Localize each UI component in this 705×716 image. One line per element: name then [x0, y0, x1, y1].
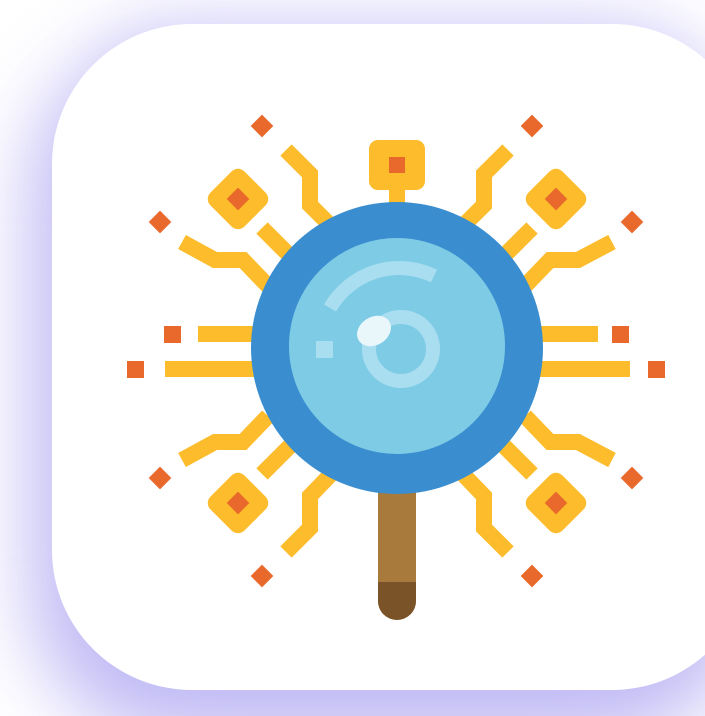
- endpoint-dot: [148, 210, 172, 234]
- trace-upper-left-c: [256, 222, 296, 262]
- circuit-node-lower-left: [207, 472, 269, 534]
- magnifying-glass-circuit-icon: [127, 114, 665, 620]
- endpoint-dot: [250, 564, 274, 588]
- endpoint-dot: [648, 361, 665, 378]
- endpoint-dot: [164, 326, 181, 343]
- endpoint-dot: [127, 361, 144, 378]
- endpoint-dot: [620, 210, 644, 234]
- endpoint-dot: [250, 114, 274, 138]
- trace-upper-right-b: [519, 234, 616, 292]
- trace-lower-right-b: [453, 464, 514, 558]
- circuit-node-lower-right: [525, 472, 587, 534]
- trace-upper-left-a: [280, 144, 341, 236]
- endpoint-dot: [520, 114, 544, 138]
- trace-upper-right-a: [453, 144, 514, 236]
- circuit-node-dot: [389, 157, 405, 173]
- trace-lower-left-b: [280, 464, 341, 558]
- trace-lower-right-c: [498, 440, 538, 480]
- magnifier-lens: [251, 202, 543, 494]
- endpoint-dot: [520, 564, 544, 588]
- trace-lower-right-a: [519, 410, 616, 468]
- endpoint-dot: [612, 326, 629, 343]
- lens-highlight-square: [316, 341, 333, 358]
- trace-upper-left-b: [178, 234, 274, 292]
- circuit-node-upper-left: [207, 168, 269, 230]
- circuit-node-upper-right: [525, 168, 587, 230]
- endpoint-dot: [148, 466, 172, 490]
- trace-lower-left-c: [256, 440, 296, 480]
- trace-lower-left-a: [178, 410, 274, 468]
- trace-upper-right-c: [498, 222, 538, 262]
- icon-canvas: [0, 0, 705, 716]
- endpoint-dot: [620, 466, 644, 490]
